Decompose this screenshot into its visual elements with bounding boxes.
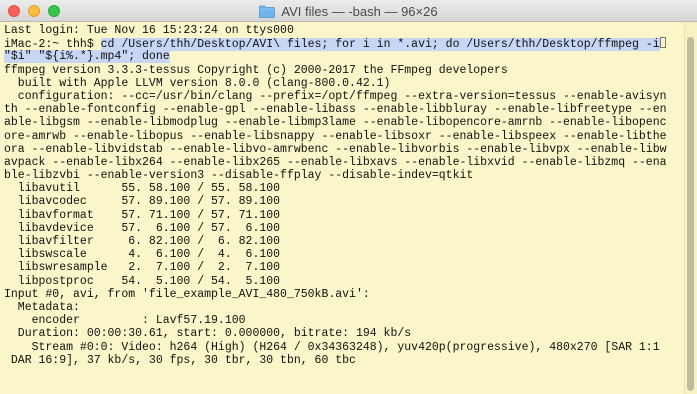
ffmpeg-output: ffmpeg version 3.3.3-tessus Copyright (c… [4, 64, 684, 367]
output-line: avpack --enable-libx264 --enable-libx265… [4, 155, 667, 169]
output-line: th --enable-fontconfig --enable-gpl --en… [4, 103, 667, 117]
output-line: DAR 16:9], 37 kb/s, 30 fps, 30 tbr, 30 t… [4, 353, 356, 367]
output-line: libswscale 4. 6.100 / 4. 6.100 [4, 248, 281, 262]
output-line: libswresample 2. 7.100 / 2. 7.100 [4, 261, 281, 275]
output-line: Input #0, avi, from 'file_example_AVI_48… [4, 287, 370, 301]
title-bar[interactable]: AVI files — -bash — 96×26 [0, 0, 697, 22]
cursor [659, 37, 666, 49]
command-line-1: iMac-2:~ thh$ cd /Users/thh/Desktop/AVI\… [4, 37, 684, 52]
selected-command-part-1[interactable]: cd /Users/thh/Desktop/AVI\ files; for i … [100, 38, 660, 52]
output-line: ffmpeg version 3.3.3-tessus Copyright (c… [4, 63, 508, 77]
output-line: libavdevice 57. 6.100 / 57. 6.100 [4, 221, 281, 235]
output-line: Duration: 00:00:30.61, start: 0.000000, … [4, 327, 412, 341]
output-line: libavcodec 57. 89.100 / 57. 89.100 [4, 195, 281, 209]
login-line: Last login: Tue Nov 16 15:23:24 on ttys0… [4, 24, 294, 37]
output-line: libavutil 55. 58.100 / 55. 58.100 [4, 182, 281, 196]
output-line: libavformat 57. 71.100 / 57. 71.100 [4, 208, 281, 222]
command-line-2: "$i" "${i%.*}.mp4"; done [4, 50, 684, 64]
window-title: AVI files — -bash — 96×26 [281, 3, 438, 19]
scrollbar-thumb[interactable] [687, 37, 694, 391]
output-line: ore-amrwb --enable-libopus --enable-libs… [4, 129, 667, 143]
terminal-window: AVI files — -bash — 96×26 Last login: Tu… [0, 0, 697, 394]
output-line: Stream #0:0: Video: h264 (High) (H264 / … [4, 340, 660, 354]
output-line: Metadata: [4, 300, 80, 314]
output-line: built with Apple LLVM version 8.0.0 (cla… [4, 76, 391, 90]
output-line: encoder : Lavf57.19.100 [4, 314, 246, 328]
output-line: libpostproc 54. 5.100 / 54. 5.100 [4, 274, 281, 288]
window-title-group: AVI files — -bash — 96×26 [0, 0, 697, 22]
output-line: libavfilter 6. 82.100 / 6. 82.100 [4, 235, 281, 248]
folder-icon [259, 5, 276, 18]
output-line: able-libgsm --enable-libmodplug --enable… [4, 116, 667, 130]
vertical-scrollbar[interactable] [684, 22, 697, 394]
output-line: ora --enable-libvidstab --enable-libvo-a… [4, 142, 667, 156]
output-line: configuration: --cc=/usr/bin/clang --pre… [4, 89, 667, 103]
shell-prompt: iMac-2:~ thh$ [4, 38, 101, 52]
terminal-output[interactable]: Last login: Tue Nov 16 15:23:24 on ttys0… [0, 22, 684, 394]
selected-command-part-2[interactable]: "$i" "${i%.*}.mp4"; done [4, 50, 170, 64]
output-line: ble-libzvbi --enable-version3 --disable-… [4, 169, 474, 183]
